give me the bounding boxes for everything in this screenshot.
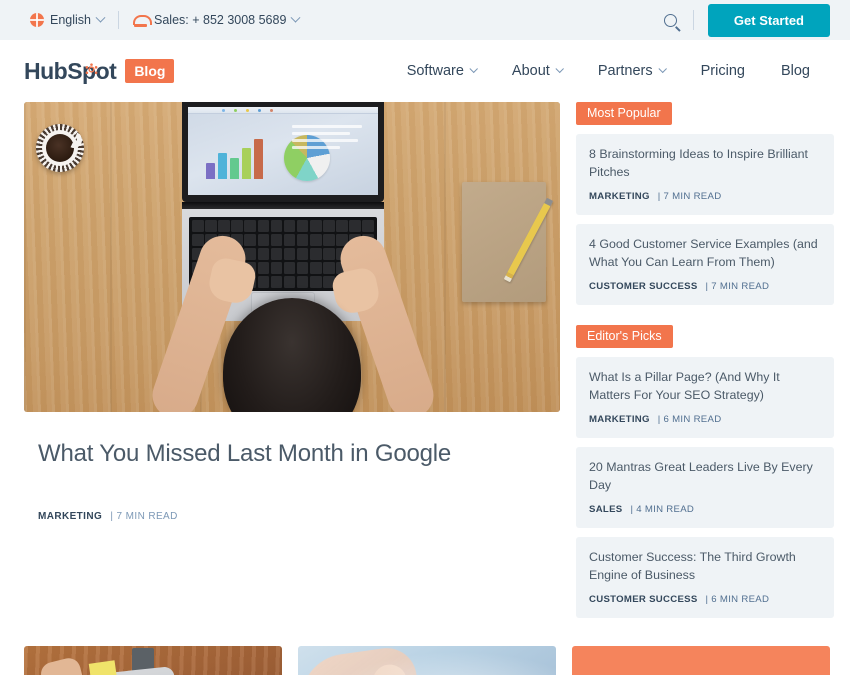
utility-divider (692, 10, 694, 30)
sidebar-article-card[interactable]: 8 Brainstorming Ideas to Inspire Brillia… (576, 134, 834, 215)
section-badge: Editor's Picks (576, 324, 673, 348)
screen-bar-chart (206, 139, 263, 179)
language-label: English (50, 13, 91, 27)
sales-phone-label: Sales: + 852 3008 5689 (154, 13, 287, 27)
nav-item-label: About (511, 63, 550, 79)
sidebar-article-title: 4 Good Customer Service Examples (and Wh… (589, 236, 818, 269)
article-read-time: | 6 MIN READ (705, 593, 770, 605)
utility-bar-right: Get Started (663, 3, 830, 37)
brand-logo[interactable]: HubSpot Blog (24, 57, 175, 85)
sidebar-article-meta: SALES | 4 MIN READ (589, 504, 821, 515)
utility-bar-left: English Sales: + 852 3008 5689 (30, 11, 301, 29)
sidebar: Most Popular 8 Brainstorming Ideas to In… (576, 102, 834, 627)
laptop-lid (182, 102, 384, 202)
nav-item-label: Pricing (700, 63, 745, 79)
featured-article-column: What You Missed Last Month in Google MAR… (24, 102, 560, 627)
nav-item-software[interactable]: Software (389, 63, 494, 79)
article-category[interactable]: MARKETING (38, 511, 102, 522)
laptop-screen (188, 107, 378, 195)
featured-article-body: What You Missed Last Month in Google MAR… (24, 412, 560, 522)
sticky-note (88, 660, 118, 675)
get-started-button[interactable]: Get Started (707, 3, 830, 37)
sidebar-article-title: 8 Brainstorming Ideas to Inspire Brillia… (589, 147, 809, 179)
featured-article-title[interactable]: What You Missed Last Month in Google (38, 438, 546, 469)
sidebar-article-card[interactable]: 4 Good Customer Service Examples (and Wh… (576, 223, 834, 305)
article-read-time: | 6 MIN READ (657, 413, 722, 425)
search-icon[interactable] (663, 13, 677, 27)
promo-card[interactable] (572, 645, 830, 675)
sprocket-icon (85, 62, 98, 74)
article-card-image[interactable] (298, 645, 556, 675)
hubspot-logo-text: HubSpot (24, 57, 117, 85)
logo-wordmark: HubSpot (24, 57, 117, 84)
article-read-time: | 7 MIN READ (110, 511, 178, 523)
phone-icon (133, 14, 152, 27)
article-category[interactable]: MARKETING (589, 414, 650, 425)
article-category[interactable]: CUSTOMER SUCCESS (589, 281, 698, 292)
sales-phone-selector[interactable]: Sales: + 852 3008 5689 (133, 12, 301, 27)
sidebar-article-meta: MARKETING | 6 MIN READ (589, 414, 821, 425)
screen-toolbar (188, 107, 378, 114)
article-grid (0, 627, 850, 675)
nav-item-label: Partners (597, 63, 653, 79)
sidebar-section-editors-picks: Editor's Picks (576, 324, 709, 357)
sidebar-article-title: 20 Mantras Great Leaders Live By Every D… (589, 459, 813, 492)
sidebar-article-card[interactable]: 20 Mantras Great Leaders Live By Every D… (576, 446, 834, 528)
sidebar-article-title: Customer Success: The Third Growth Engin… (589, 549, 796, 582)
article-category[interactable]: SALES (589, 504, 623, 515)
featured-article-image[interactable] (24, 102, 560, 412)
blog-badge: Blog (125, 59, 175, 83)
chevron-down-icon (290, 12, 301, 23)
sidebar-section-most-popular: Most Popular (576, 102, 709, 134)
article-category[interactable]: CUSTOMER SUCCESS (589, 594, 698, 605)
utility-divider (118, 11, 119, 29)
language-selector[interactable]: English (30, 12, 106, 27)
nav-item-blog[interactable]: Blog (763, 63, 828, 79)
article-read-time: | 4 MIN READ (630, 503, 695, 515)
sidebar-article-meta: CUSTOMER SUCCESS | 7 MIN READ (589, 281, 821, 292)
article-read-time: | 7 MIN READ (705, 280, 770, 292)
nav-item-label: Blog (780, 63, 810, 79)
main-navigation: HubSpot Blog Software About Partners Pri… (0, 40, 850, 102)
article-read-time: | 7 MIN READ (657, 190, 722, 202)
screen-form-panel (292, 125, 366, 153)
article-category[interactable]: MARKETING (589, 191, 650, 202)
content-area: What You Missed Last Month in Google MAR… (0, 102, 850, 627)
sidebar-article-meta: CUSTOMER SUCCESS | 6 MIN READ (589, 594, 821, 605)
chevron-down-icon (95, 12, 106, 23)
utility-bar: English Sales: + 852 3008 5689 Get Start… (0, 0, 850, 40)
chevron-down-icon (658, 64, 667, 74)
globe-icon (30, 13, 44, 27)
nav-item-label: Software (406, 63, 464, 79)
nav-item-about[interactable]: About (494, 63, 580, 79)
featured-article-meta: MARKETING | 7 MIN READ (38, 511, 546, 522)
laptop-hinge (182, 202, 384, 209)
article-card-image[interactable] (24, 645, 282, 675)
nav-links: Software About Partners Pricing Blog (389, 63, 828, 79)
coffee-mug (36, 124, 84, 172)
light-glow (298, 645, 556, 675)
chevron-down-icon (469, 64, 478, 74)
sidebar-article-card[interactable]: What Is a Pillar Page? (And Why It Matte… (576, 356, 834, 438)
sidebar-article-meta: MARKETING | 7 MIN READ (589, 191, 821, 202)
notebook (462, 182, 546, 302)
nav-item-pricing[interactable]: Pricing (683, 63, 763, 79)
featured-article: What You Missed Last Month in Google MAR… (24, 102, 560, 523)
section-badge: Most Popular (576, 102, 672, 125)
chevron-down-icon (555, 64, 564, 74)
sidebar-article-title: What Is a Pillar Page? (And Why It Matte… (589, 369, 780, 402)
sidebar-article-card[interactable]: Customer Success: The Third Growth Engin… (576, 536, 834, 618)
nav-item-partners[interactable]: Partners (580, 63, 683, 79)
